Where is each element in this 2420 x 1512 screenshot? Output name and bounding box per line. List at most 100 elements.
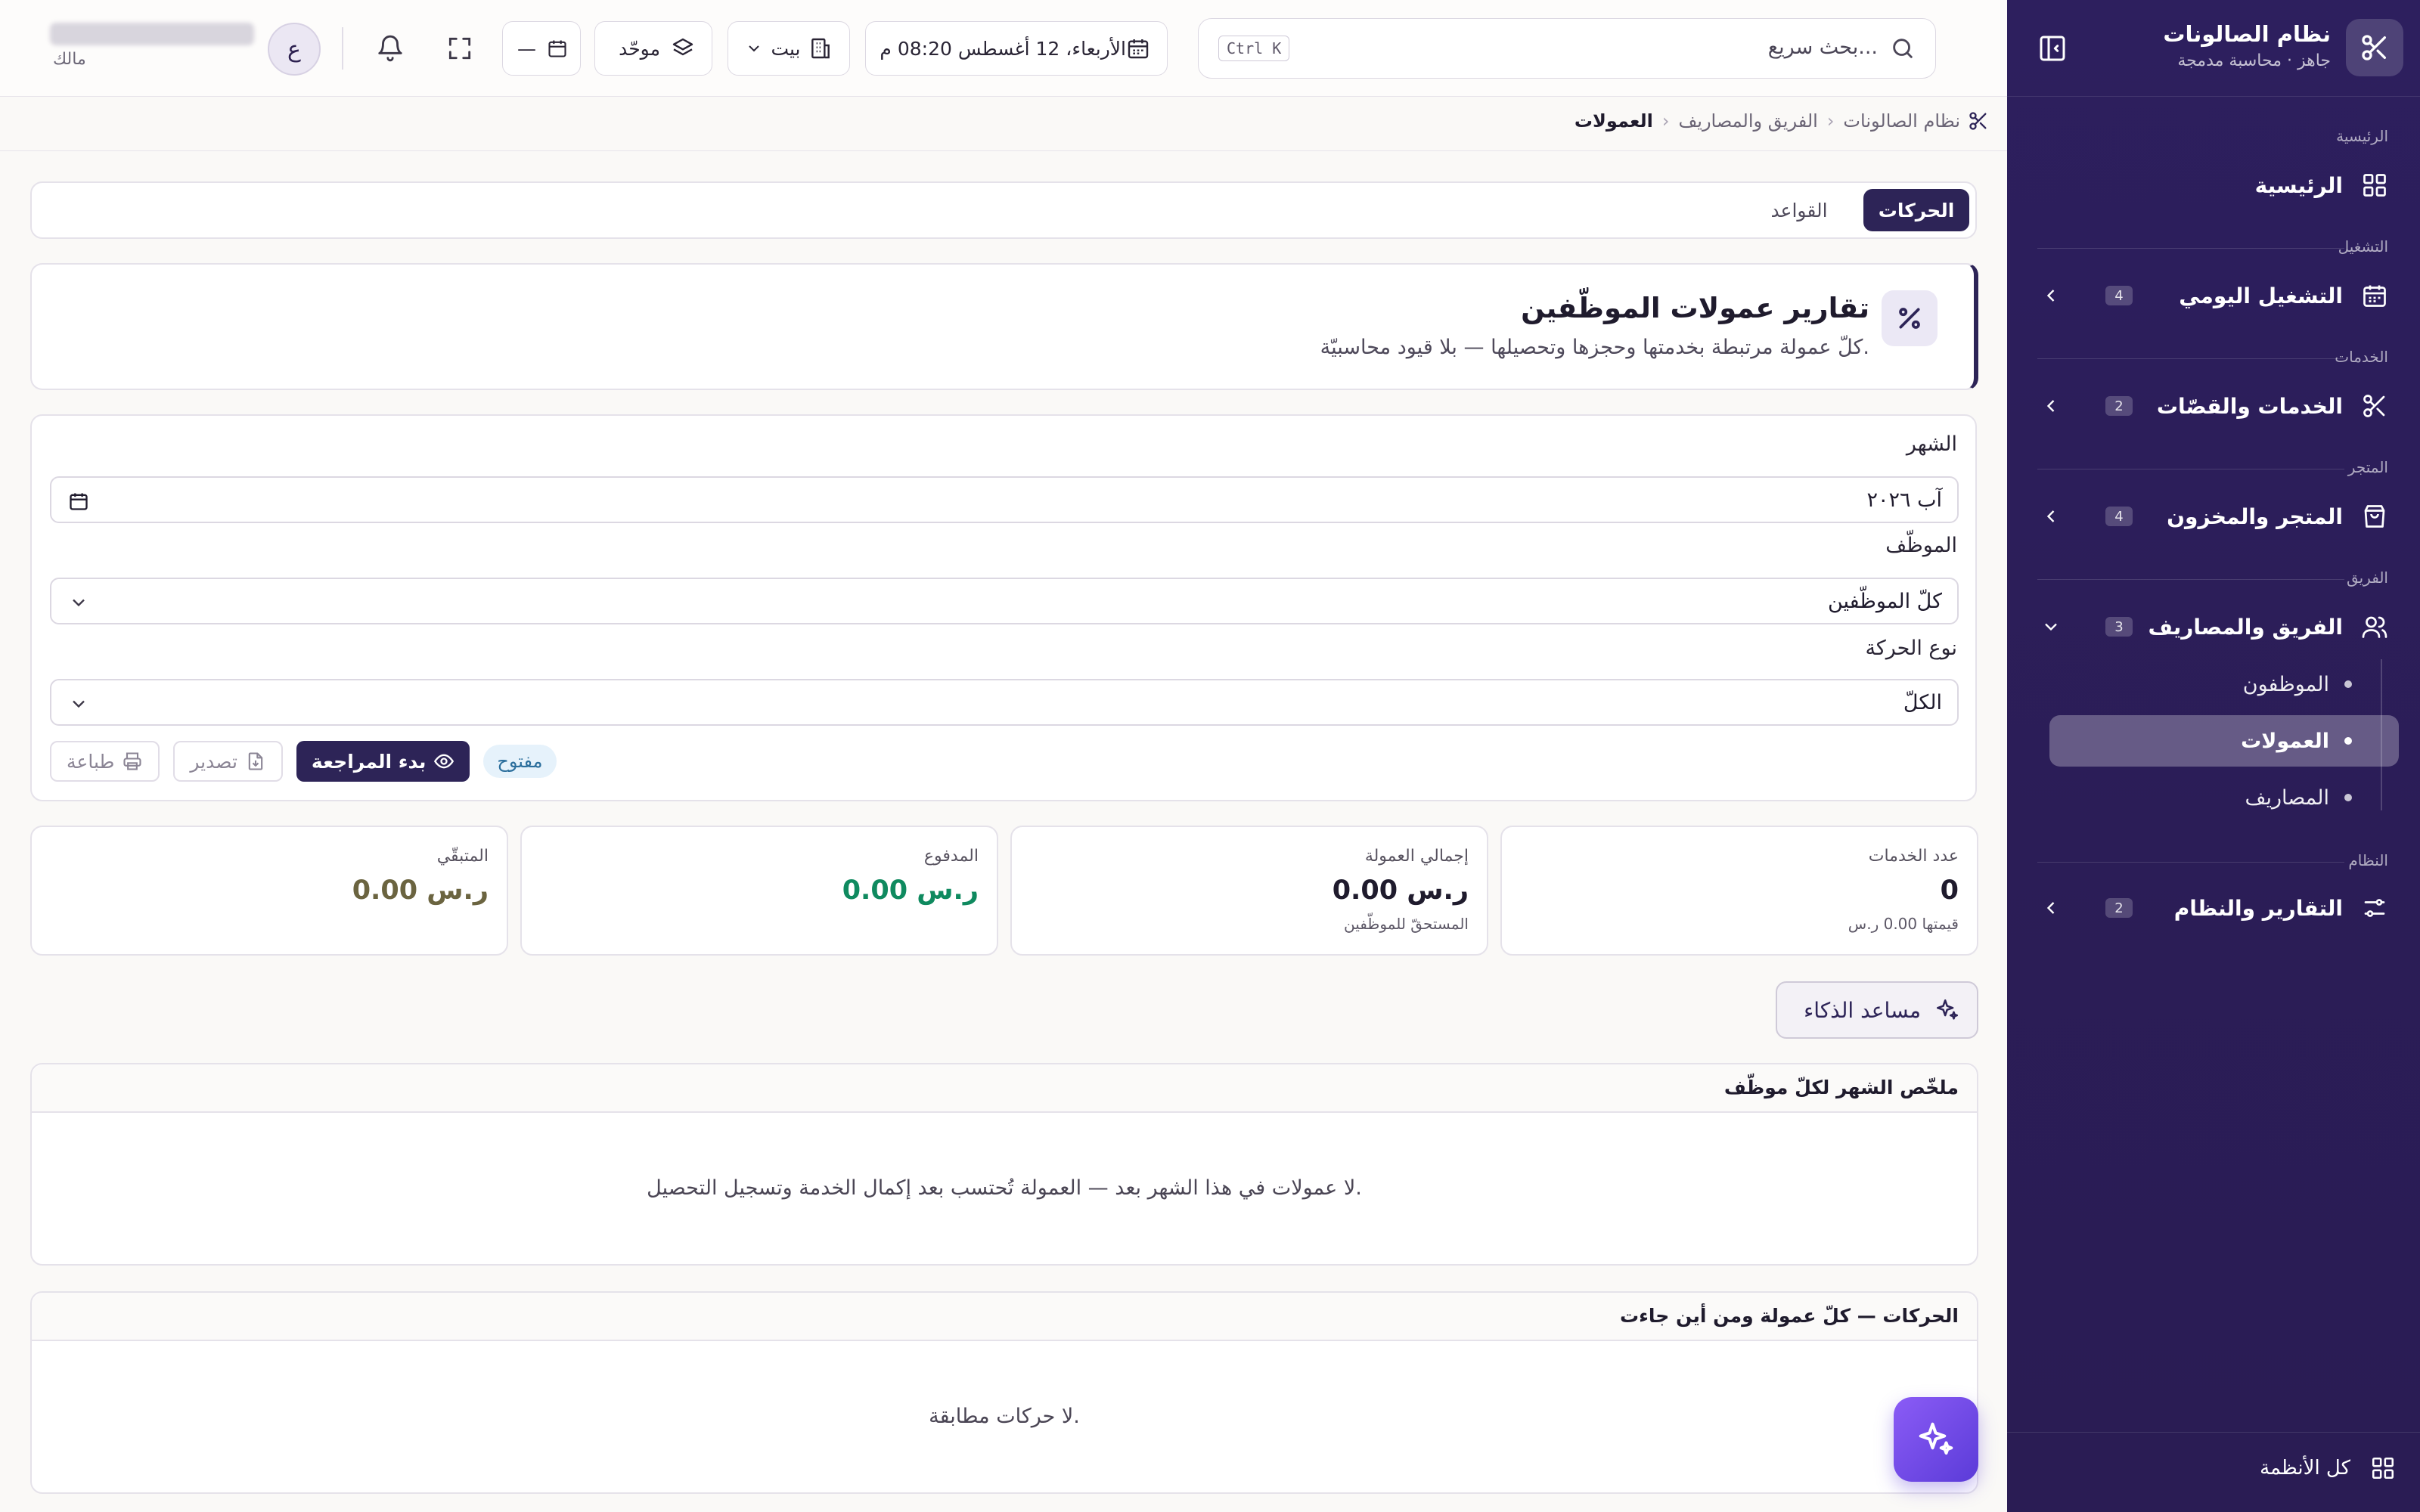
stat-note: قيمتها 0.00 ر.س <box>1848 915 1959 933</box>
user-name-blurred <box>50 23 254 45</box>
topbar: بحث سريع... Ctrl K الأربعاء، 12 أغسطس 08… <box>0 0 2007 97</box>
sidebar-item-reports[interactable]: التقارير والنظام 2 <box>2021 886 2391 930</box>
panel-header: ملخّص الشهر لكلّ موظّف <box>32 1064 1977 1113</box>
tab-rules[interactable]: القواعد <box>1750 189 1848 231</box>
sidebar-item-daily-ops[interactable]: التشغيل اليومي 4 <box>2021 274 2391 318</box>
tab-movements[interactable]: الحركات <box>1863 189 1969 231</box>
date-picker-button[interactable]: — <box>502 21 581 76</box>
employee-select[interactable]: كلّ الموظّفين <box>50 578 1959 624</box>
stat-value: 0.00 ر.س <box>842 875 979 906</box>
sidebar-item-label: المتجر والمخزون <box>2167 503 2343 529</box>
all-systems-label: كل الأنظمة <box>2260 1457 2350 1479</box>
branch-name: بيت <box>771 37 801 60</box>
layers-icon <box>671 36 695 60</box>
panel-header: الحركات — كلّ عمولة ومن أين جاءت <box>32 1293 1977 1341</box>
date-short: — <box>517 37 536 60</box>
scissors-icon <box>1968 110 1989 132</box>
search-placeholder: بحث سريع... <box>1767 36 1878 59</box>
sidebar-item-employees[interactable]: الموظفون <box>2170 662 2352 706</box>
unified-mode-button[interactable]: موحّد <box>594 21 712 76</box>
stat-card-total-commission: إجمالي العمولة 0.00 ر.س المستحقّ للموظّف… <box>1010 826 1488 956</box>
filters-card: الشهر آب ٢٠٢٦ الموظّف كلّ الموظّفين نوع … <box>30 414 1977 801</box>
all-systems-link[interactable]: كل الأنظمة <box>2260 1455 2396 1481</box>
chevron-left-icon[interactable] <box>2040 395 2062 417</box>
sidebar: نظام الصالونات جاهز · محاسبة مدمجة الرئي… <box>2007 0 2420 1512</box>
chevron-down-icon <box>745 39 763 57</box>
export-button[interactable]: تصدير <box>173 741 283 782</box>
datetime-display[interactable]: الأربعاء، 12 أغسطس 08:20 م <box>865 21 1168 76</box>
breadcrumb-item[interactable]: نظام الصالونات <box>1843 110 1960 132</box>
start-review-button[interactable]: بدء المراجعة <box>296 741 470 782</box>
movement-type-label: نوع الحركة <box>1865 637 1957 660</box>
status-badge: مفتوح <box>483 745 557 778</box>
chevron-left-icon[interactable] <box>2040 285 2062 306</box>
building-icon <box>808 36 833 60</box>
chevron-down-icon <box>68 592 89 613</box>
empty-state: لا حركات مطابقة. <box>929 1405 1080 1428</box>
breadcrumb-item[interactable]: الفريق والمصاريف <box>1678 110 1817 132</box>
count-badge: 2 <box>2105 898 2133 918</box>
employee-label: الموظّف <box>1885 534 1957 557</box>
breadcrumb: نظام الصالونات › الفريق والمصاريف › العم… <box>0 97 2007 151</box>
fullscreen-icon[interactable] <box>439 27 481 70</box>
page-header-card: تقارير عمولات الموظّفين كلّ عمولة مرتبطة… <box>30 263 1978 390</box>
sidebar-item-team[interactable]: الفريق والمصاريف 3 <box>2021 605 2391 649</box>
file-export-icon <box>245 751 266 772</box>
user-role: مالك <box>53 50 86 69</box>
calendar-icon[interactable] <box>68 491 89 512</box>
breadcrumb-current: العمولات <box>1574 110 1653 132</box>
avatar[interactable]: ع <box>268 23 321 76</box>
print-label: طباعة <box>67 750 115 773</box>
bullet-icon <box>2344 680 2352 688</box>
stat-value: 0 <box>1940 875 1959 906</box>
mode-label: موحّد <box>619 37 660 60</box>
sidebar-item-label: الخدمات والقصّات <box>2156 393 2343 419</box>
grid-icon <box>2370 1455 2396 1481</box>
ai-fab-button[interactable] <box>1894 1397 1978 1482</box>
search-input[interactable]: بحث سريع... Ctrl K <box>1198 18 1936 79</box>
calendar-icon <box>2358 279 2391 312</box>
print-button[interactable]: طباعة <box>50 741 160 782</box>
branch-select[interactable]: بيت <box>728 21 850 76</box>
sidebar-item-commissions[interactable]: العمولات <box>2049 715 2399 767</box>
breadcrumb-separator: › <box>1661 110 1670 132</box>
section-services-label: الخدمات <box>2335 348 2388 366</box>
employee-value: كلّ الموظّفين <box>1827 590 1942 613</box>
chevron-down-icon[interactable] <box>2040 616 2062 637</box>
section-team-label: الفريق <box>2346 569 2388 587</box>
movement-type-select[interactable]: الكلّ <box>50 679 1959 726</box>
stat-card-remaining: المتبقّي 0.00 ر.س <box>30 826 508 956</box>
sidebar-item-label: الفريق والمصاريف <box>2148 614 2343 640</box>
ai-assistant-button[interactable]: مساعد الذكاء <box>1776 981 1978 1039</box>
app-title: نظام الصالونات <box>2163 21 2331 47</box>
month-input[interactable]: آب ٢٠٢٦ <box>50 476 1959 523</box>
calendar-icon <box>547 38 568 59</box>
chevron-left-icon[interactable] <box>2040 506 2062 527</box>
sidebar-item-label: الرئيسية <box>2254 172 2343 198</box>
sidebar-collapse-icon[interactable] <box>2037 33 2068 64</box>
shopping-bag-icon <box>2358 500 2391 533</box>
scissors-logo-icon <box>2346 19 2403 76</box>
sidebar-header: نظام الصالونات جاهز · محاسبة مدمجة <box>2007 0 2420 97</box>
chevron-down-icon <box>68 693 89 714</box>
panel-title: ملخّص الشهر لكلّ موظّف <box>1723 1077 1959 1098</box>
sliders-icon <box>2358 891 2391 925</box>
stat-value: 0.00 ر.س <box>1332 875 1469 906</box>
stat-card-paid: المدفوع 0.00 ر.س <box>520 826 998 956</box>
sidebar-item-services[interactable]: الخدمات والقصّات 2 <box>2021 384 2391 428</box>
sparkles-icon <box>1934 997 1960 1023</box>
sidebar-item-store[interactable]: المتجر والمخزون 4 <box>2021 494 2391 538</box>
ai-assistant-label: مساعد الذكاء <box>1804 997 1921 1023</box>
count-badge: 3 <box>2105 617 2133 637</box>
export-label: تصدير <box>190 750 237 773</box>
sidebar-item-home[interactable]: الرئيسية <box>2021 163 2391 207</box>
bell-icon[interactable] <box>369 27 411 70</box>
bullet-icon <box>2344 737 2352 745</box>
sidebar-item-label: الموظفون <box>2242 672 2329 696</box>
sidebar-footer: كل الأنظمة <box>2007 1432 2420 1512</box>
chevron-left-icon[interactable] <box>2040 897 2062 919</box>
app-subtitle: جاهز · محاسبة مدمجة <box>2177 51 2331 70</box>
page-subtitle: كلّ عمولة مرتبطة بخدمتها وحجزها وتحصيلها… <box>1320 336 1869 359</box>
sidebar-item-label: العمولات <box>2241 729 2329 753</box>
sidebar-item-expenses[interactable]: المصاريف <box>2170 776 2352 820</box>
